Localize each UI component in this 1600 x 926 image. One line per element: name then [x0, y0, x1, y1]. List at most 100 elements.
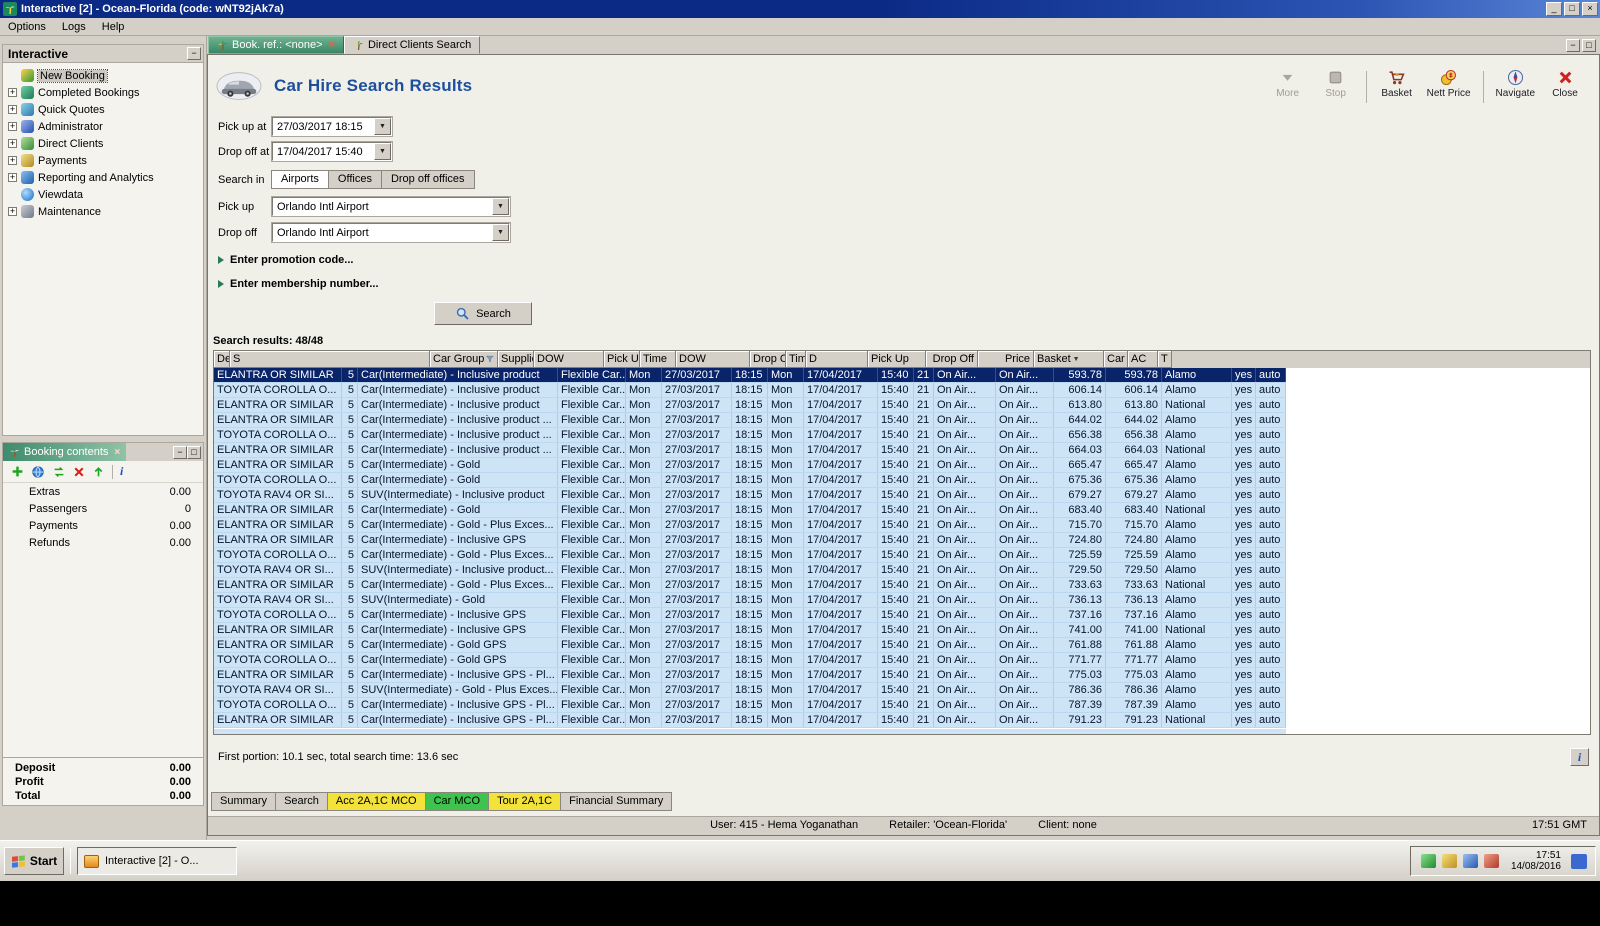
results-row[interactable]: ELANTRA OR SIMILAR 5 Car(Intermediate) -…	[214, 458, 1286, 473]
column-header[interactable]: Pick Up	[868, 351, 926, 368]
column-header[interactable]: Description	[214, 351, 230, 368]
navigate-button[interactable]: Navigate	[1496, 69, 1535, 99]
filter-icon[interactable]	[486, 354, 494, 364]
dropoff-location-select[interactable]: Orlando Intl Airport ▼	[271, 222, 511, 243]
menu-item[interactable]: Logs	[54, 19, 94, 35]
results-row[interactable]: TOYOTA RAV4 OR SI... 5 SUV(Intermediate)…	[214, 593, 1286, 608]
document-tab[interactable]: Book. ref.: <none> ×	[208, 36, 344, 54]
up-arrow-icon[interactable]	[92, 465, 105, 478]
bottom-tab[interactable]: Acc 2A,1C MCO	[326, 792, 426, 811]
close-button[interactable]: ×	[1582, 2, 1598, 16]
results-row[interactable]: ELANTRA OR SIMILAR 5 Car(Intermediate) -…	[214, 368, 1286, 383]
column-header[interactable]: D	[806, 351, 868, 368]
sidebar-item[interactable]: + Completed Bookings	[3, 84, 203, 101]
sidebar-item[interactable]: Viewdata	[3, 186, 203, 203]
pickup-location-select[interactable]: Orlando Intl Airport ▼	[271, 196, 511, 217]
search-in-tab[interactable]: Airports	[271, 170, 329, 189]
panel-restore-button[interactable]: □	[187, 445, 201, 459]
menu-item[interactable]: Help	[94, 19, 133, 35]
tab-close-icon[interactable]: ×	[329, 39, 335, 51]
collapse-panel-button[interactable]: −	[187, 47, 201, 60]
info-icon[interactable]: i	[120, 464, 123, 479]
tree-expander[interactable]: +	[8, 139, 17, 148]
results-row[interactable]: ELANTRA OR SIMILAR 5 Car(Intermediate) -…	[214, 668, 1286, 683]
taskbar-clock[interactable]: 17:51 14/08/2016	[1505, 850, 1561, 872]
column-header[interactable]: S	[230, 351, 430, 368]
grid-info-button[interactable]: i	[1570, 748, 1589, 766]
column-header[interactable]: Pick Up At	[604, 351, 640, 368]
booking-contents-row[interactable]: Refunds 0.00	[3, 534, 203, 551]
chevron-down-icon[interactable]: ▼	[492, 198, 509, 215]
results-row[interactable]: TOYOTA COROLLA O... 5 Car(Intermediate) …	[214, 383, 1286, 398]
more-button[interactable]: More	[1270, 69, 1306, 99]
tabgroup-restore-button[interactable]: □	[1582, 39, 1596, 52]
tree-expander[interactable]	[8, 190, 17, 199]
results-row[interactable]: ELANTRA OR SIMILAR 5 Car(Intermediate) -…	[214, 533, 1286, 548]
search-button[interactable]: Search	[434, 302, 532, 325]
sidebar-item[interactable]: New Booking	[3, 67, 203, 84]
tabgroup-minimize-button[interactable]: −	[1566, 39, 1580, 52]
globe-icon[interactable]	[31, 465, 45, 479]
dropoff-datetime-select[interactable]: 17/04/2017 15:40 ▼	[271, 141, 393, 162]
swap-icon[interactable]	[52, 465, 66, 479]
results-row[interactable]: TOYOTA COROLLA O... 5 Car(Intermediate) …	[214, 428, 1286, 443]
tray-icon-antivirus[interactable]	[1420, 854, 1436, 868]
menu-item[interactable]: Options	[0, 19, 54, 35]
results-row[interactable]: TOYOTA COROLLA O... 5 Car(Intermediate) …	[214, 608, 1286, 623]
results-row[interactable]: ELANTRA OR SIMILAR 5 Car(Intermediate) -…	[214, 518, 1286, 533]
language-indicator-icon[interactable]	[1571, 853, 1587, 869]
tray-icon-modem[interactable]	[1483, 854, 1499, 868]
start-button[interactable]: Start	[4, 847, 64, 875]
booking-contents-row[interactable]: Passengers 0	[3, 500, 203, 517]
booking-contents-row[interactable]: Extras 0.00	[3, 483, 203, 500]
column-header[interactable]: Car Supplier	[1104, 351, 1128, 368]
nett-price-button[interactable]: Nett Price	[1427, 69, 1471, 99]
sidebar-item[interactable]: + Maintenance	[3, 203, 203, 220]
column-header[interactable]: Time	[640, 351, 676, 368]
basket-button[interactable]: Basket	[1379, 69, 1415, 99]
promotion-code-toggle[interactable]: Enter promotion code...	[208, 254, 1599, 266]
bottom-tab[interactable]: Summary	[211, 792, 277, 811]
tree-expander[interactable]: +	[8, 207, 17, 216]
bottom-tab[interactable]: Financial Summary	[560, 792, 673, 811]
sidebar-item[interactable]: + Payments	[3, 152, 203, 169]
column-header[interactable]: Car Group	[430, 351, 498, 368]
search-in-tab[interactable]: Offices	[327, 170, 382, 189]
column-header[interactable]: Time	[786, 351, 806, 368]
booking-contents-row[interactable]: Payments 0.00	[3, 517, 203, 534]
maximize-button[interactable]: □	[1564, 2, 1580, 16]
sidebar-item[interactable]: + Direct Clients	[3, 135, 203, 152]
column-header[interactable]: Drop Off At	[750, 351, 786, 368]
panel-close-icon[interactable]: ×	[114, 447, 120, 458]
chevron-down-icon[interactable]: ▼	[492, 224, 509, 241]
membership-number-toggle[interactable]: Enter membership number...	[208, 278, 1599, 290]
tray-icon-messaging[interactable]	[1441, 854, 1457, 868]
search-in-tab[interactable]: Drop off offices	[380, 170, 475, 189]
column-header[interactable]: Drop Off	[926, 351, 978, 368]
tree-expander[interactable]: +	[8, 105, 17, 114]
results-row[interactable]: ELANTRA OR SIMILAR 5 Car(Intermediate) -…	[214, 578, 1286, 593]
document-tab[interactable]: Direct Clients Search	[343, 36, 481, 54]
results-row[interactable]: TOYOTA RAV4 OR SI... 5 SUV(Intermediate)…	[214, 683, 1286, 698]
bottom-tab[interactable]: Tour 2A,1C	[488, 792, 562, 811]
add-icon[interactable]	[11, 465, 24, 478]
results-row[interactable]: TOYOTA RAV4 OR SI... 5 SUV(Intermediate)…	[214, 488, 1286, 503]
tree-expander[interactable]: +	[8, 173, 17, 182]
taskbar-task-button[interactable]: Interactive [2] - O...	[77, 847, 237, 875]
results-row[interactable]: ELANTRA OR SIMILAR 5 Car(Intermediate) -…	[214, 398, 1286, 413]
bottom-tab[interactable]: Car MCO	[424, 792, 490, 811]
results-row[interactable]: ELANTRA OR SIMILAR 5 Car(Intermediate) -…	[214, 713, 1286, 728]
results-row[interactable]: TOYOTA COROLLA O... 5 Car(Intermediate) …	[214, 653, 1286, 668]
tray-icon-network[interactable]	[1462, 854, 1478, 868]
results-row[interactable]: TOYOTA RAV4 OR SI... 5 SUV(Intermediate)…	[214, 563, 1286, 578]
delete-icon[interactable]	[73, 466, 85, 478]
stop-button[interactable]: Stop	[1318, 69, 1354, 99]
pickup-datetime-select[interactable]: 27/03/2017 18:15 ▼	[271, 116, 393, 137]
results-row[interactable]: TOYOTA COROLLA O... 5 Car(Intermediate) …	[214, 548, 1286, 563]
column-header[interactable]: Price	[978, 351, 1034, 368]
tree-expander[interactable]: +	[8, 156, 17, 165]
tree-expander[interactable]: +	[8, 122, 17, 131]
results-row[interactable]: ELANTRA OR SIMILAR 5 Car(Intermediate) -…	[214, 638, 1286, 653]
results-row[interactable]: TOYOTA COROLLA O... 5 Car(Intermediate) …	[214, 698, 1286, 713]
sidebar-item[interactable]: + Quick Quotes	[3, 101, 203, 118]
